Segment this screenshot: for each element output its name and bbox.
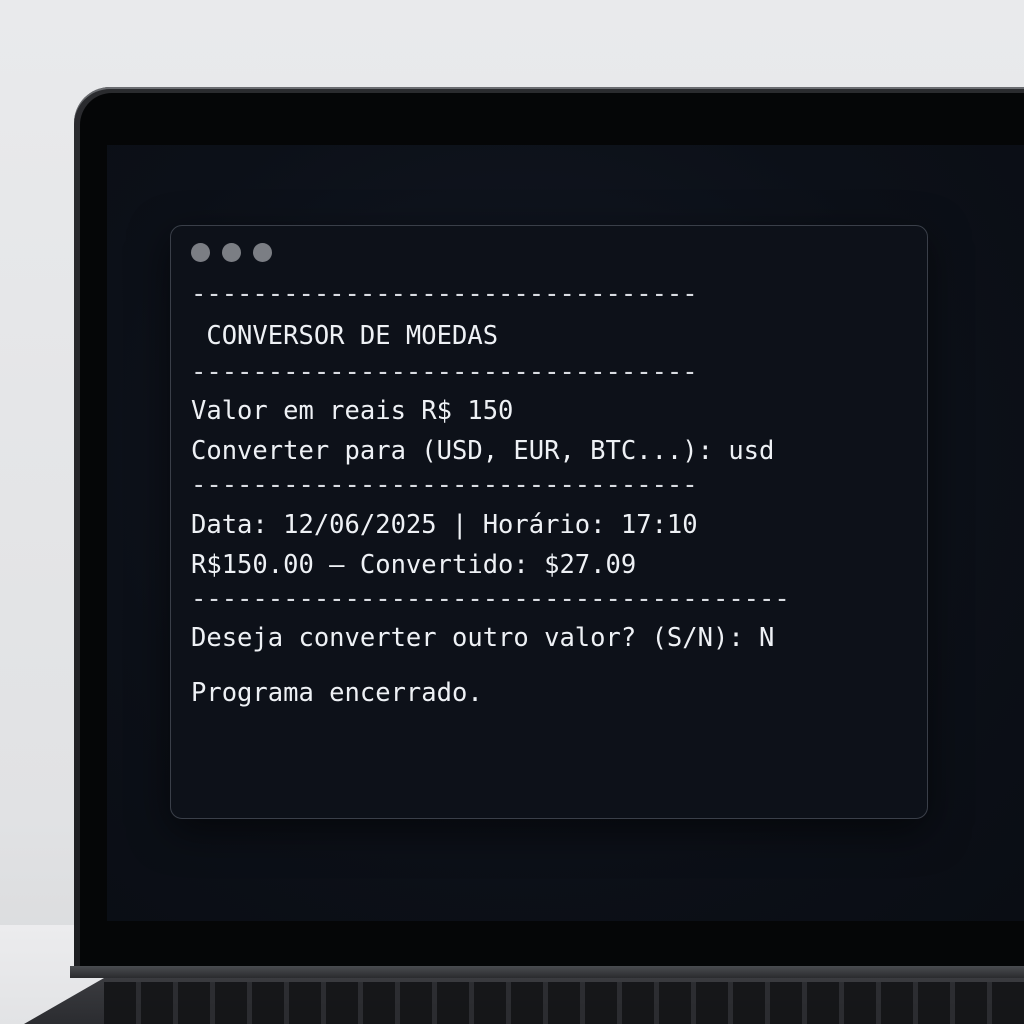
input-currency-line: Converter para (USD, EUR, BTC...): usd (191, 436, 775, 466)
separator-line: --------------------------------- (191, 357, 698, 387)
terminal-window[interactable]: --------------------------------- CONVER… (170, 225, 928, 819)
input-valor-line: Valor em reais R$ 150 (191, 396, 514, 426)
program-title: CONVERSOR DE MOEDAS (191, 321, 499, 351)
close-button[interactable] (191, 243, 210, 262)
result-line: R$150.00 – Convertido: $27.09 (191, 550, 637, 580)
scene: --------------------------------- CONVER… (0, 0, 1024, 1024)
separator-line: --------------------------------- (191, 470, 698, 500)
datetime-line: Data: 12/06/2025 | Horário: 17:10 (191, 510, 698, 540)
keyboard-keys (104, 982, 1024, 1024)
window-controls (191, 243, 272, 262)
exit-message: Programa encerrado. (191, 678, 483, 708)
prompt-line: Deseja converter outro valor? (S/N): N (191, 623, 775, 653)
separator-line: --------------------------------- (191, 279, 698, 309)
maximize-button[interactable] (253, 243, 272, 262)
separator-line: --------------------------------------- (191, 584, 790, 614)
laptop-hinge (70, 966, 1024, 978)
minimize-button[interactable] (222, 243, 241, 262)
